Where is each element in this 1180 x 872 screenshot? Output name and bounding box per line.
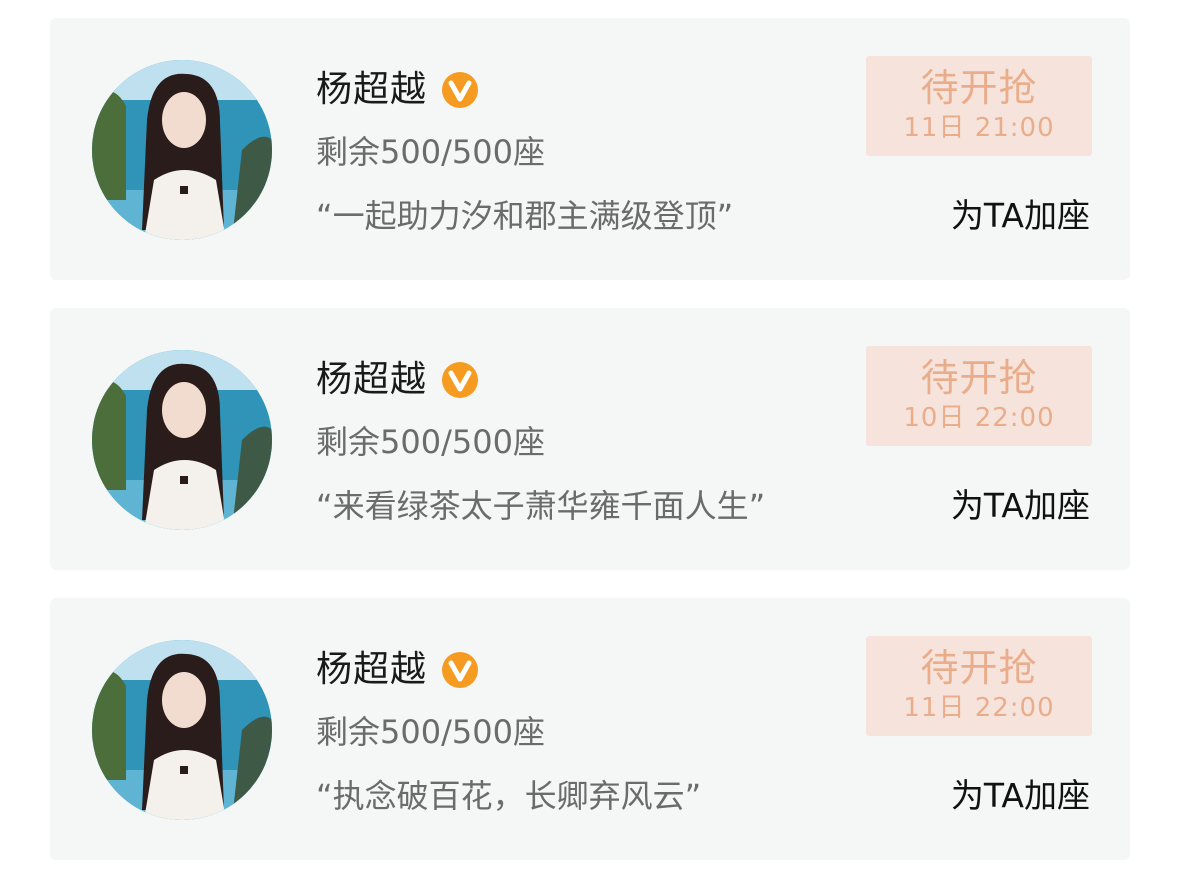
avatar[interactable]: [92, 640, 272, 820]
avatar-photo: [92, 60, 272, 240]
streamer-name: 杨超越: [316, 359, 428, 400]
add-seat-link[interactable]: 为TA加座: [951, 194, 1090, 238]
add-seat-link[interactable]: 为TA加座: [951, 484, 1090, 528]
livestream-card[interactable]: 杨超越 剩余500/500座 “执念破百花，长卿弃风云” 待开抢 11日 22:…: [50, 598, 1130, 860]
grab-seat-button[interactable]: 待开抢 11日 22:00: [866, 636, 1092, 736]
grab-seat-button[interactable]: 待开抢 11日 21:00: [866, 56, 1092, 156]
streamer-name: 杨超越: [316, 69, 428, 110]
avatar[interactable]: [92, 60, 272, 240]
seats-remaining: 剩余500/500座: [316, 713, 545, 751]
grab-seat-button[interactable]: 待开抢 10日 22:00: [866, 346, 1092, 446]
grab-start-time: 11日 22:00: [903, 693, 1055, 723]
streamer-name-row: 杨超越: [316, 646, 479, 694]
grab-status-label: 待开抢: [920, 646, 1038, 690]
seats-remaining: 剩余500/500座: [316, 423, 545, 461]
stream-quote: “来看绿茶太子萧华雍千面人生”: [316, 487, 766, 525]
stream-quote: “执念破百花，长卿弃风云”: [316, 777, 702, 815]
add-seat-link[interactable]: 为TA加座: [951, 774, 1090, 818]
streamer-name-row: 杨超越: [316, 66, 479, 114]
livestream-card[interactable]: 杨超越 剩余500/500座 “一起助力汐和郡主满级登顶” 待开抢 11日 21…: [50, 18, 1130, 280]
grab-start-time: 10日 22:00: [903, 403, 1055, 433]
avatar[interactable]: [92, 350, 272, 530]
seats-remaining: 剩余500/500座: [316, 133, 545, 171]
verified-v-icon: [442, 652, 479, 688]
avatar-photo: [92, 350, 272, 530]
grab-status-label: 待开抢: [920, 356, 1038, 400]
avatar-photo: [92, 640, 272, 820]
stream-quote: “一起助力汐和郡主满级登顶”: [316, 197, 734, 235]
streamer-name-row: 杨超越: [316, 356, 479, 404]
grab-status-label: 待开抢: [920, 66, 1038, 110]
verified-v-icon: [442, 72, 479, 108]
livestream-card[interactable]: 杨超越 剩余500/500座 “来看绿茶太子萧华雍千面人生” 待开抢 10日 2…: [50, 308, 1130, 570]
grab-start-time: 11日 21:00: [903, 113, 1055, 143]
verified-v-icon: [442, 362, 479, 398]
streamer-name: 杨超越: [316, 649, 428, 690]
